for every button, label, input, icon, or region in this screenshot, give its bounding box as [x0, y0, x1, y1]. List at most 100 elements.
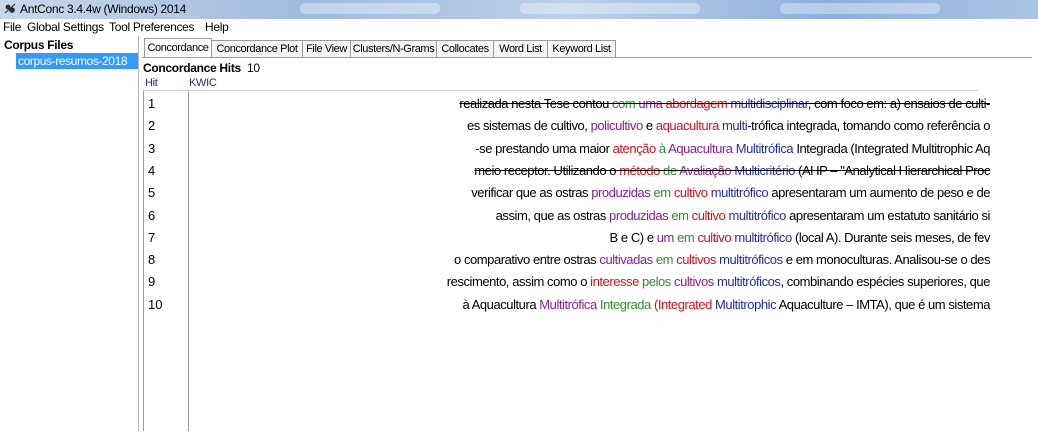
grid-divider	[143, 91, 144, 431]
context-text: -trófica integrada, tomando como referên…	[747, 118, 990, 134]
kwic-line[interactable]: rescimento, assim como o interesse pelos…	[446, 274, 991, 290]
context-text: rescimento, assim como o	[446, 274, 591, 290]
highlighted-word[interactable]: Multitrophic	[715, 297, 779, 312]
highlighted-word: aquacultura	[655, 118, 723, 134]
highlighted-word: cultivo	[673, 185, 711, 201]
context-text: -se prestando uma maior	[475, 140, 613, 156]
context-text: e em monoculturas. Analisou-se o des	[785, 252, 991, 268]
kwic-line[interactable]: -se prestando uma maior atenção à Aquacu…	[475, 141, 990, 156]
window-title: AntConc 3.4.4w (Windows) 2014	[20, 2, 187, 16]
highlighted-word: cultivo	[697, 229, 735, 245]
context-text: apresentaram um estatuto sanitário si	[789, 207, 990, 223]
tab-divider	[142, 57, 1032, 58]
highlighted-word: policultivo	[590, 118, 646, 134]
highlighted-word[interactable]: multitrófico	[711, 185, 772, 200]
highlighted-word: pelos	[642, 274, 675, 290]
hit-number: 1	[148, 96, 156, 111]
context-text: Aquaculture – IMTA), que é um sistema	[778, 296, 991, 312]
corpus-file-item[interactable]: corpus-resumos-2018	[16, 53, 138, 69]
context-text: (AHP – "Analytical Hierarchical Proc	[798, 162, 990, 178]
grid-divider	[188, 91, 189, 431]
highlighted-word: à	[658, 140, 669, 156]
hit-number: 6	[148, 207, 156, 223]
tab-word-list[interactable]: Word List	[493, 40, 548, 57]
hit-number: 4	[148, 162, 156, 178]
highlighted-word: cultivadas	[599, 252, 656, 268]
corpus-files-panel: Corpus Files corpus-resumos-2018	[0, 36, 139, 431]
context-text: B e C) e	[609, 229, 657, 245]
highlighted-word: (Integrated	[653, 296, 716, 312]
context-text: (local A). Durante seis meses, de fev	[794, 229, 991, 245]
highlighted-word[interactable]: multitrófico	[734, 230, 795, 245]
kwic-line[interactable]: à Aquacultura Multitrófica Integrada (In…	[462, 297, 990, 312]
highlighted-word: Aquacultura	[668, 140, 736, 156]
antconc-app-icon	[4, 3, 16, 14]
kwic-line[interactable]: assim, que as ostras produzidas em culti…	[495, 207, 991, 223]
tab-keyword-list[interactable]: Keyword List	[547, 40, 616, 57]
highlighted-word: com	[612, 96, 639, 111]
concordance-hits-label: Concordance Hits	[143, 61, 241, 75]
title-decoration	[300, 3, 440, 14]
concordance-hits: Concordance Hits 10	[143, 61, 260, 75]
highlighted-word: Avaliação	[679, 162, 735, 178]
highlighted-word[interactable]: multidisciplinar	[730, 96, 808, 111]
context-text: es sistemas de cultivo,	[467, 118, 591, 134]
highlighted-word: em	[653, 185, 674, 201]
kwic-line[interactable]: o comparativo entre ostras cultivadas em…	[454, 252, 990, 267]
highlighted-word: produzidas	[591, 185, 654, 201]
hit-number: 3	[148, 140, 156, 156]
highlighted-word[interactable]: multitrófico	[729, 208, 790, 223]
highlighted-word[interactable]: multi	[722, 118, 748, 133]
highlighted-word: interesse	[590, 274, 643, 290]
highlighted-word[interactable]: Multicritério	[734, 163, 798, 178]
menu-help[interactable]: Help	[205, 20, 229, 34]
highlighted-word[interactable]: multitróficos	[719, 252, 786, 267]
context-text: e	[645, 118, 656, 134]
highlighted-word: cultivo	[691, 207, 729, 223]
tab-clusters-ngrams[interactable]: Clusters/N-Grams	[350, 40, 437, 57]
title-decoration	[520, 3, 700, 14]
column-header-kwic[interactable]: KWIC	[189, 77, 217, 89]
highlighted-word[interactable]: Multitrófica	[736, 141, 797, 156]
highlighted-word: produzidas	[609, 207, 672, 223]
tab-collocates[interactable]: Collocates	[436, 40, 494, 57]
title-bar: AntConc 3.4.4w (Windows) 2014	[0, 0, 1038, 19]
hit-number: 8	[148, 252, 156, 268]
menu-bar: File Global Settings Tool Preferences He…	[0, 19, 1038, 37]
kwic-line[interactable]: verificar que as ostras produzidas em cu…	[471, 185, 990, 200]
context-text: à Aquacultura	[462, 296, 540, 312]
kwic-line[interactable]: B e C) e um em cultivo multitrófico (loc…	[609, 229, 991, 245]
column-header-hit[interactable]: Hit	[145, 77, 158, 89]
highlighted-word: em	[677, 229, 698, 245]
highlighted-word: cultivos	[676, 252, 720, 268]
tab-concordance-plot[interactable]: Concordance Plot	[211, 40, 303, 57]
menu-file[interactable]: File	[3, 20, 21, 34]
highlighted-word: abordagem	[665, 96, 731, 111]
highlighted-word: uma	[638, 96, 666, 111]
highlighted-word: de	[663, 162, 680, 178]
context-text: verificar que as ostras	[471, 185, 592, 201]
tab-concordance[interactable]: Concordance	[144, 38, 212, 58]
hit-number: 10	[148, 296, 163, 312]
context-text: Integrada (Integrated Multitrophic Aq	[796, 140, 990, 156]
kwic-line[interactable]: es sistemas de cultivo, policultivo e aq…	[467, 118, 990, 133]
tab-file-view[interactable]: File View	[302, 40, 351, 57]
highlighted-word[interactable]: multitróficos	[717, 274, 781, 289]
context-text: meio receptor. Utilizando o	[474, 162, 620, 178]
highlighted-word: em	[655, 252, 677, 268]
hit-number: 5	[148, 185, 156, 201]
concordance-hits-count: 10	[246, 61, 260, 75]
kwic-line[interactable]: meio receptor. Utilizando o método de Av…	[474, 163, 990, 178]
context-text: assim, que as ostras	[495, 207, 610, 223]
menu-tool-preferences[interactable]: Tool Preferences	[109, 20, 195, 34]
highlighted-word: método	[619, 162, 664, 178]
highlighted-word: Integrada	[599, 296, 654, 312]
context-text: o comparativo entre ostras	[454, 252, 600, 268]
highlighted-word: em	[671, 207, 692, 223]
menu-global-settings[interactable]: Global Settings	[27, 20, 104, 34]
kwic-line[interactable]: realizada nesta Tese contou com uma abor…	[459, 96, 990, 111]
main-panel: Concordance Concordance Plot File View C…	[140, 36, 1038, 431]
context-text: , combinando espécies superiores, que	[780, 274, 990, 290]
highlighted-word: Multitrófica	[539, 296, 600, 312]
hit-number: 2	[148, 118, 156, 134]
